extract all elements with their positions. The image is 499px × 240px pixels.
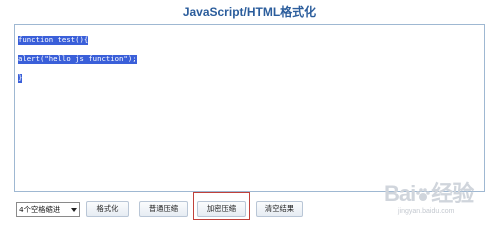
page-title: JavaScript/HTML格式化 (182, 5, 317, 19)
code-textarea[interactable]: function test(){ alert("hello js functio… (14, 24, 485, 192)
code-line: } (18, 73, 23, 83)
chevron-down-icon (71, 208, 77, 212)
baidu-jingyan-watermark: Bai 经验 jingyan.baidu.com (376, 168, 494, 220)
format-button[interactable]: 格式化 (86, 201, 129, 217)
code-line: function test(){ (18, 35, 89, 45)
indent-select[interactable]: 4个空格缩进 (16, 202, 80, 217)
normal-compress-button[interactable]: 普通压缩 (139, 201, 188, 217)
indent-select-value: 4个空格缩进 (19, 205, 61, 214)
watermark-logo: Bai 经验 (384, 176, 474, 208)
watermark-brand-suffix: 经验 (431, 181, 474, 206)
watermark-site: jingyan.baidu.com (398, 208, 455, 215)
encrypt-compress-button[interactable]: 加密压缩 (197, 201, 246, 217)
clear-result-button[interactable]: 清空结果 (256, 201, 303, 217)
code-line: alert("hello js function"); (18, 54, 137, 64)
watermark-brand: Bai (384, 181, 416, 206)
paw-icon (416, 188, 431, 201)
